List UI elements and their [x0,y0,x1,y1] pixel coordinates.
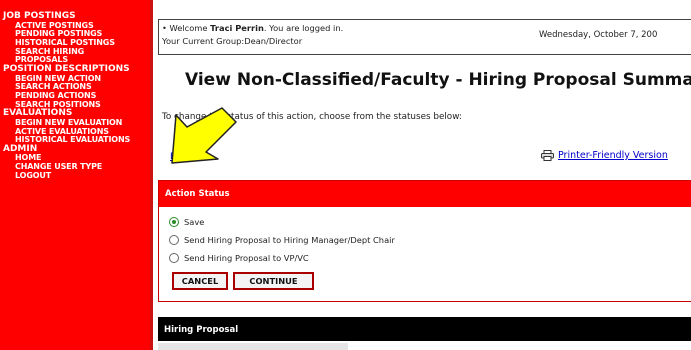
continue-button[interactable]: CONTINUE [233,272,314,290]
action-status-title: Action Status [165,189,230,199]
action-status-header: Action Status [159,181,691,207]
hiring-proposal-title: Hiring Proposal [164,325,239,335]
status-instructions: To change the status of this action, cho… [162,112,462,122]
status-option-send-to-vp-label: Send Hiring Proposal to VP/VC [184,253,309,263]
welcome-prefix: • Welcome [162,23,211,33]
status-option-save[interactable]: Save [169,216,205,228]
printer-icon [541,150,554,161]
status-option-send-to-vp[interactable]: Send Hiring Proposal to VP/VC [169,252,309,264]
radio-send-to-hiring-manager[interactable] [169,234,179,245]
hiring-proposal-subbar [158,343,348,350]
welcome-box: • Welcome Traci Perrin. You are logged i… [158,19,691,55]
cancel-button[interactable]: CANCEL [172,272,228,290]
printer-friendly-link[interactable]: Printer-Friendly Version [541,150,668,161]
sidebar-item-logout[interactable]: LOGOUT [0,171,150,181]
welcome-suffix: . You are logged in. [263,23,344,33]
user-name: Traci Perrin [210,23,264,33]
page-title: View Non-Classified/Faculty - Hiring Pro… [185,70,691,90]
sidebar-nav: JOB POSTINGS ACTIVE POSTINGS PENDING POS… [0,0,150,350]
status-option-send-to-hiring-manager[interactable]: Send Hiring Proposal to Hiring Manager/D… [169,234,395,246]
welcome-message: • Welcome Traci Perrin. You are logged i… [162,23,343,33]
printer-friendly-label: Printer-Friendly Version [558,150,668,161]
hiring-proposal-header: Hiring Proposal [158,317,691,341]
status-option-send-to-hiring-manager-label: Send Hiring Proposal to Hiring Manager/D… [184,235,395,245]
current-date: Wednesday, October 7, 200 [539,30,658,40]
current-group: Your Current Group:Dean/Director [162,36,303,46]
main-content: • Welcome Traci Perrin. You are logged i… [158,0,691,350]
edit-link[interactable]: Edit [170,152,187,162]
radio-send-to-vp[interactable] [169,252,179,263]
status-option-save-label: Save [184,217,205,227]
radio-save[interactable] [169,216,179,227]
